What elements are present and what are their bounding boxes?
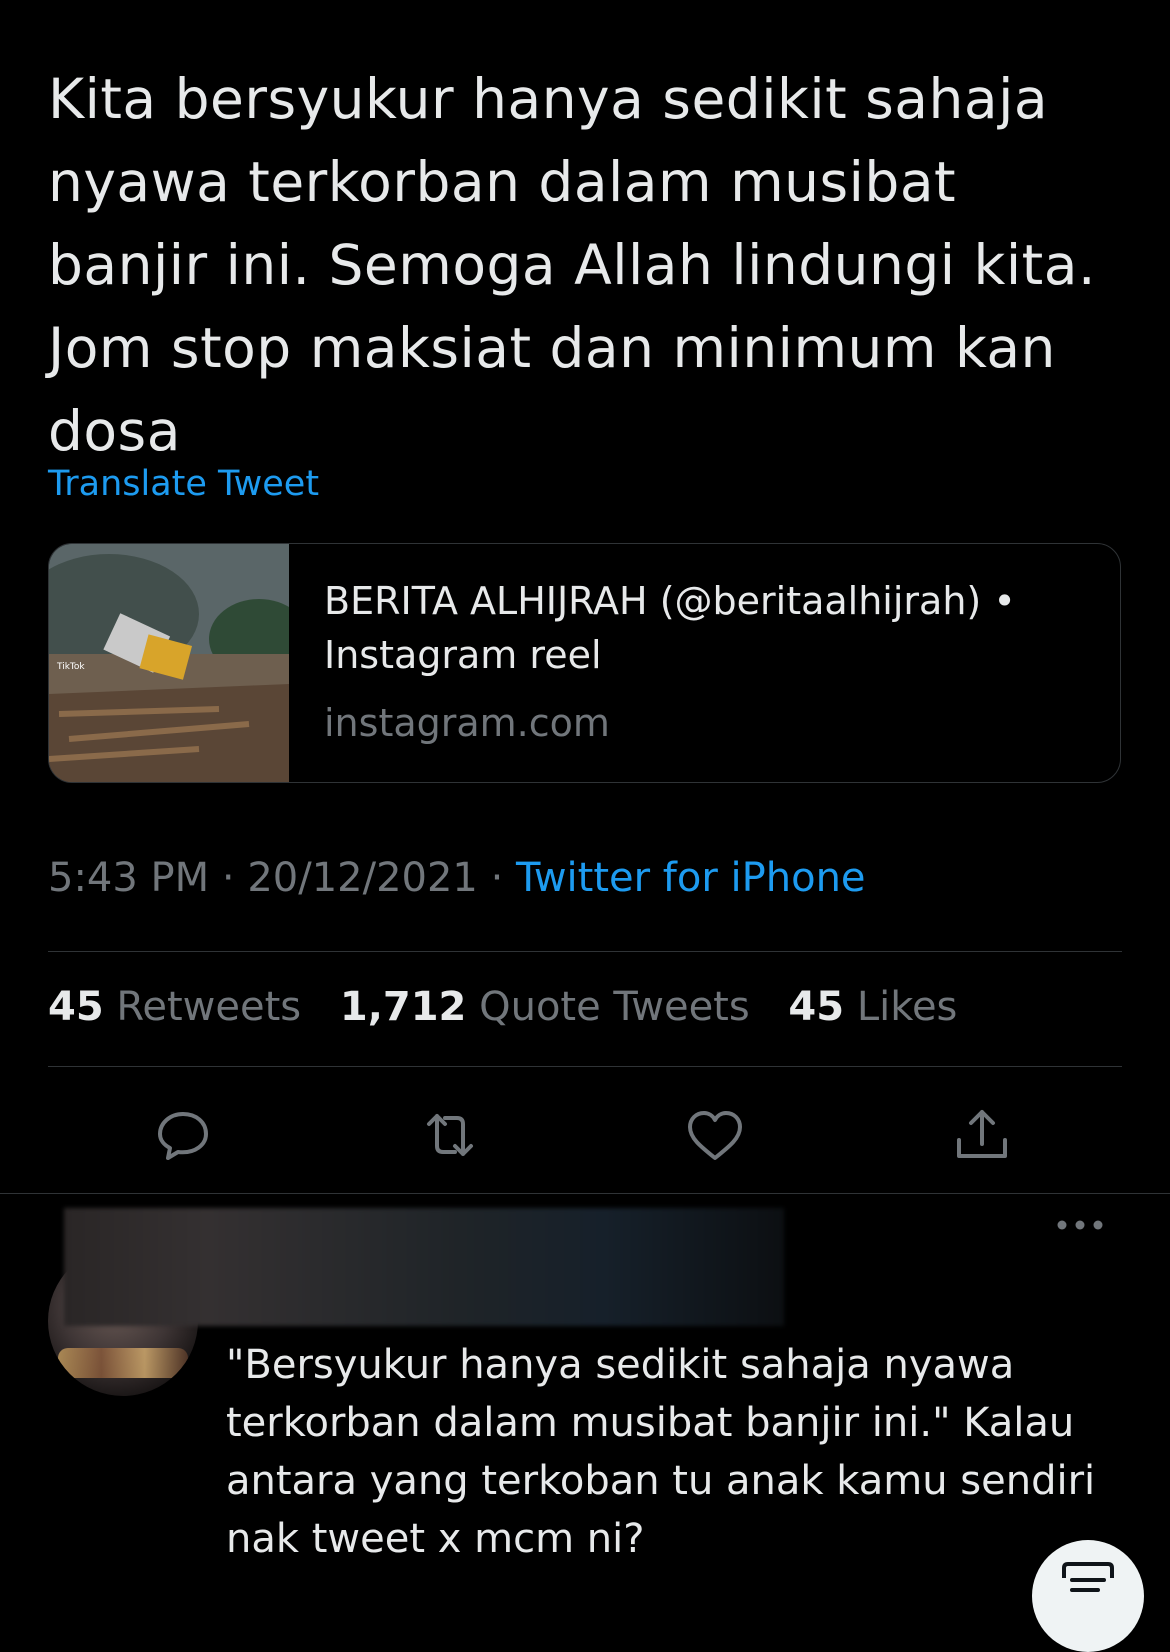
more-icon[interactable] [1050,1210,1110,1240]
compose-icon [1062,1562,1114,1592]
quote-tweets-stat[interactable]: 1,712 Quote Tweets [340,984,750,1030]
likes-stat[interactable]: 45 Likes [788,984,957,1030]
card-title: BERITA ALHIJRAH (@beritaalhijrah) • Inst… [324,579,1016,677]
tweet-meta: 5:43 PM · 20/12/2021 · Twitter for iPhon… [48,855,866,901]
like-button[interactable] [680,1100,750,1170]
meta-separator: · [221,855,235,901]
tweet-actions [0,1100,1170,1170]
quotes-count: 1,712 [339,984,467,1030]
divider [48,951,1122,952]
redacted-user-name [64,1208,784,1326]
share-button[interactable] [947,1100,1017,1170]
like-icon [688,1111,742,1160]
retweets-label: Retweets [116,984,302,1030]
compose-button[interactable] [1032,1540,1144,1652]
likes-label: Likes [856,984,958,1030]
tweet-source-link[interactable]: Twitter for iPhone [516,855,866,901]
share-icon [957,1110,1007,1158]
card-thumbnail: TikTok [49,544,289,782]
card-domain: instagram.com [324,701,610,745]
tiktok-watermark: TikTok [56,662,85,672]
likes-count: 45 [788,984,845,1030]
retweets-count: 45 [48,984,104,1030]
tweet-text: Kita bersyukur hanya sedikit sahaja nyaw… [48,67,1096,463]
translate-tweet-link[interactable]: Translate Tweet [48,464,319,504]
divider [48,1066,1122,1067]
reply-text: "Bersyukur hanya sedikit sahaja nyawa te… [226,1342,1096,1562]
reply-icon [158,1112,208,1160]
meta-separator: · [490,855,504,901]
tweet-date: 20/12/2021 [247,855,478,901]
reply-button[interactable] [148,1100,218,1170]
divider [0,1193,1170,1194]
tweet-stats: 45 Retweets 1,712 Quote Tweets 45 Likes [48,984,983,1030]
retweet-icon [427,1114,473,1156]
retweets-stat[interactable]: 45 Retweets [48,984,301,1030]
quotes-label: Quote Tweets [479,984,750,1030]
tweet-time: 5:43 PM [48,855,210,901]
retweet-button[interactable] [415,1100,485,1170]
link-card[interactable]: TikTok BERITA ALHIJRAH (@beritaalhijrah)… [48,543,1121,783]
reply-tweet[interactable]: "Bersyukur hanya sedikit sahaja nyawa te… [0,1196,1170,1601]
flood-thumbnail-image: TikTok [49,544,289,782]
